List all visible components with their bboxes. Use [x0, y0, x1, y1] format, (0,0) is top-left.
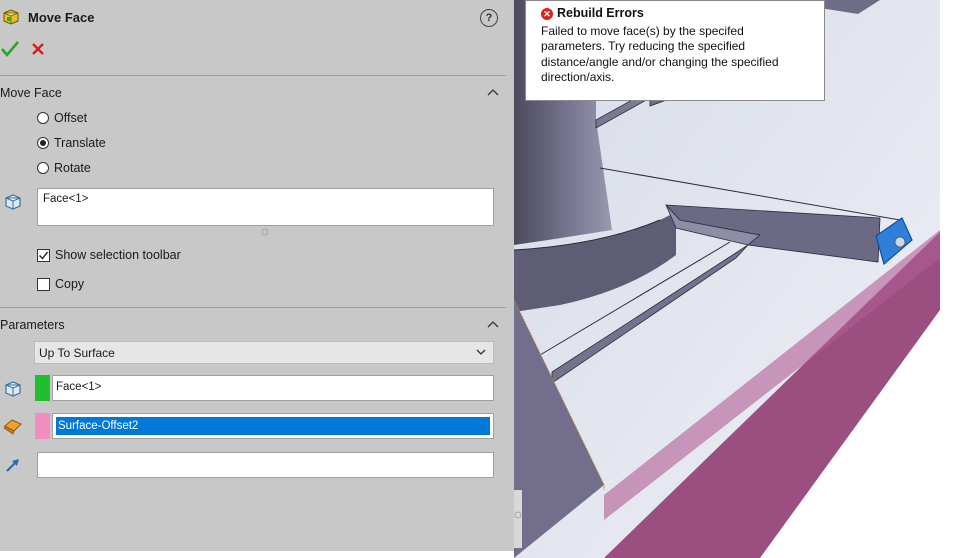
checkmark-icon[interactable]	[0, 38, 20, 60]
radio-button-selected[interactable]	[37, 137, 49, 149]
face-selection-icon	[5, 194, 21, 210]
rebuild-errors-tooltip: ✕ Rebuild Errors Failed to move face(s) …	[525, 0, 825, 101]
chevron-up-icon[interactable]	[486, 319, 500, 329]
checkbox-label: Show selection toolbar	[55, 248, 181, 262]
face-reference-value: Face<1>	[56, 381, 102, 393]
property-manager-panel: Move Face ? Move Face Offset Translate R…	[0, 0, 514, 551]
end-condition-value: Up To Surface	[39, 346, 115, 360]
face-selection-box[interactable]: Face<1>	[37, 188, 494, 226]
radio-translate[interactable]: Translate	[37, 136, 106, 150]
surface-reference-value: Surface-Offset2	[56, 417, 490, 435]
radio-label: Rotate	[54, 161, 91, 175]
separator	[0, 307, 506, 308]
checkbox-checked[interactable]	[37, 248, 50, 262]
move-face-section-title: Move Face	[0, 86, 62, 100]
radio-button[interactable]	[37, 162, 49, 174]
chevron-up-icon[interactable]	[486, 87, 500, 97]
radio-offset[interactable]: Offset	[37, 111, 87, 125]
x-icon[interactable]	[30, 38, 46, 60]
splitter-grip-icon	[514, 511, 522, 519]
move-face-icon	[3, 9, 19, 25]
show-selection-toolbar-checkbox[interactable]: Show selection toolbar	[37, 248, 181, 262]
resize-handle-icon[interactable]	[261, 228, 269, 236]
face-selection-value: Face<1>	[43, 193, 89, 205]
end-condition-dropdown[interactable]: Up To Surface	[34, 341, 494, 364]
surface-reference-icon	[3, 419, 22, 435]
copy-checkbox[interactable]: Copy	[37, 277, 84, 291]
tooltip-message: Failed to move face(s) by the specifed p…	[541, 23, 779, 85]
tooltip-header: ✕ Rebuild Errors	[541, 6, 824, 22]
checkbox-label: Copy	[55, 277, 85, 291]
radio-label: Translate	[54, 136, 106, 150]
tooltip-title: Rebuild Errors	[557, 6, 644, 20]
radio-button[interactable]	[37, 112, 49, 124]
help-button[interactable]: ?	[480, 9, 498, 27]
checkmark-small-icon	[39, 251, 49, 260]
error-icon: ✕	[541, 7, 553, 20]
face-color-swatch	[35, 375, 50, 401]
separator	[0, 75, 506, 76]
radio-label: Offset	[54, 111, 88, 125]
direction-arrow-icon	[6, 459, 19, 472]
surface-color-swatch	[35, 413, 50, 439]
chevron-down-icon	[476, 349, 486, 355]
face-selection-icon	[5, 381, 21, 397]
face-reference-field[interactable]: Face<1>	[52, 375, 494, 401]
radio-rotate[interactable]: Rotate	[37, 161, 91, 175]
checkbox-unchecked[interactable]	[37, 277, 50, 291]
surface-reference-field[interactable]: Surface-Offset2	[52, 413, 494, 439]
panel-title: Move Face	[28, 10, 95, 25]
panel-splitter[interactable]	[514, 490, 522, 548]
parameters-section-title: Parameters	[0, 318, 65, 332]
direction-field[interactable]	[37, 452, 494, 478]
